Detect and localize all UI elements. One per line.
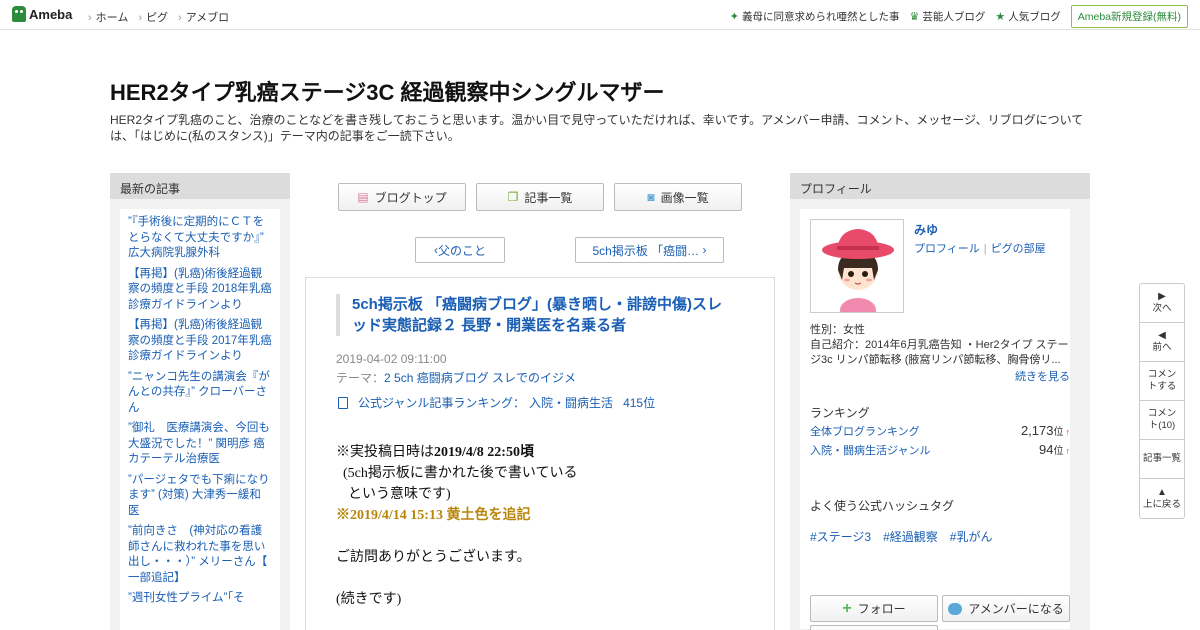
genre-ranking-row: 入院・闘病生活ジャンル 94位 ↑ [810,442,1071,458]
trend-up-icon: ↑ [1065,446,1071,456]
blog-description: HER2タイプ乳癌のこと、治療のことなどを書き残しておこうと思います。温かい目で… [110,113,1084,143]
profile-card: みゆ プロフィール | ピグの部屋 性別：女性 自己紹介：2014年6月乳癌告知 ・… [800,209,1071,630]
profile-panel: プロフィール みゆ プロフィール | ピグの部屋 性別：女性 自己紹介：2014… [790,173,1090,630]
theme-link[interactable]: 2 5ch 癌闘病ブログ スレでのイジメ [384,371,576,385]
ameba-logo-icon [12,6,26,22]
triangle-left-icon: ◀ [1158,330,1166,341]
trend-up-icon: ↑ [1065,427,1071,437]
profile-gender: 性別：女性 [810,324,865,336]
genre-ranking-link[interactable]: 入院・闘病生活ジャンル [810,442,930,458]
avatar-image [811,220,903,312]
profile-heading: プロフィール [790,173,1090,199]
ranking-heading: ランキング [810,406,870,420]
floating-side-nav: ▶ 次へ ◀ 前へ コメントする コメント(10) 記事一覧 ▲ 上に戻る [1139,283,1185,519]
nav-pigg[interactable]: ピグ [138,9,168,25]
main-content: ▤ ブログトップ ❐ 記事一覧 ◙ 画像一覧 ‹ 父のこと 5ch掲示板 「癌闘… [305,173,775,630]
article-list-button[interactable]: ❐ 記事一覧 [476,183,604,211]
genre-ranking[interactable]: 公式ジャンル記事ランキング： 入院・闘病生活 415位 [338,394,655,411]
camera-icon: ◙ [647,190,655,204]
hashtag-link[interactable]: #経過観察 [883,528,938,545]
blog-title[interactable]: HER2タイプ乳癌ステージ3C 経過観察中シングルマザー [110,75,664,107]
hashtag-list: #ステージ3 #経過観察 #乳がん [810,528,992,545]
top-right-links: ✦ 義母に同意求められ唖然とした事 ♛ 芸能人ブログ ★ 人気ブログ Ameba新規登… [730,5,1188,28]
prev-article-button[interactable]: ‹ 父のこと [415,237,505,263]
chevron-right-icon: › [699,243,707,257]
back-to-top-button[interactable]: ▲ 上に戻る [1140,479,1184,518]
ranking-icon [338,396,348,409]
recent-articles-panel: 最新の記事 ”『手術後に定期的にＣＴをとらなくて大丈夫ですか』” 広大病院乳腺外… [110,173,290,630]
prev-button[interactable]: ◀ 前へ [1140,323,1184,362]
profile-links: プロフィール | ピグの部屋 [914,243,1046,255]
article-title[interactable]: 5ch掲示板 「癌闘病ブログ」(暴き晒し・誹謗中傷)スレッド実態記録２ 長野・開… [336,294,736,336]
recent-article-link[interactable]: ”『手術後に定期的にＣＴをとらなくて大丈夫ですか』” 広大病院乳腺外科 [128,215,272,262]
trending-link[interactable]: ✦ 義母に同意求められ唖然とした事 [730,9,900,24]
profile-name[interactable]: みゆ [914,221,938,238]
follow-button[interactable]: + フォロー [810,595,938,622]
recent-article-link[interactable]: 【再掲】(乳癌)術後経過観察の頻度と手段 2017年乳癌診療ガイドラインより [128,318,272,365]
overall-ranking-link[interactable]: 全体ブログランキング [810,423,920,439]
hashtag-heading: よく使う公式ハッシュタグ [810,499,955,513]
recent-articles-heading: 最新の記事 [110,173,290,199]
recent-article-link[interactable]: ”前向きさ (神対応の看護師さんに救われた事を思い出し・・・）” メリーさん【 … [128,524,272,586]
blog-top-button[interactable]: ▤ ブログトップ [338,183,466,211]
recent-article-link[interactable]: ”パージェタでも下痢になりますˮ (対策) 大津秀一緩和医 [128,473,272,520]
copy-icon: ❐ [507,190,519,204]
side-article-list-button[interactable]: 記事一覧 [1140,440,1184,479]
recent-articles-list: ”『手術後に定期的にＣＴをとらなくて大丈夫ですか』” 広大病院乳腺外科 【再掲】… [120,209,280,630]
top-nav: ホーム ピグ アメブロ [88,9,229,25]
hashtag-link[interactable]: #乳がん [950,528,993,545]
sparkle-icon: ✦ [729,11,739,23]
article-theme: テーマ：2 5ch 癌闘病ブログ スレでのイジメ [336,371,577,385]
recent-article-link[interactable]: ”週刊女性プライム”「そ [128,591,272,607]
image-list-button[interactable]: ◙ 画像一覧 [614,183,742,211]
write-comment-button[interactable]: コメントする [1140,362,1184,401]
nav-ameblo[interactable]: アメブロ [178,9,229,25]
triangle-right-icon: ▶ [1158,291,1166,302]
article-card: 5ch掲示板 「癌闘病ブログ」(暴き晒し・誹謗中傷)スレッド実態記録２ 長野・開… [305,277,775,630]
star-icon: ★ [995,11,1006,23]
speech-bubble-icon [948,602,963,615]
read-more-link[interactable]: 続きを見る [1015,368,1070,384]
triangle-up-icon: ▲ [1157,486,1167,498]
nav-home[interactable]: ホーム [88,9,129,25]
profile-info: 性別：女性 自己紹介：2014年6月乳癌告知 ・Her2タイプ ステージ3c リ… [810,323,1070,368]
plus-icon: + [842,599,852,617]
hashtag-link[interactable]: #ステージ3 [810,528,871,545]
next-article-button[interactable]: 5ch掲示板 「癌闘… › [575,237,724,263]
pigg-room-link[interactable]: ピグの部屋 [991,243,1046,255]
avatar[interactable] [810,219,904,313]
notebook-icon: ▤ [357,190,369,204]
ameba-logo[interactable]: Ameba [12,6,72,22]
message-button[interactable] [810,625,938,630]
crown-icon: ♛ [909,11,920,23]
recent-article-link[interactable]: ”ニャンコ先生の講演会『がんとの共存』” クローバーさん [128,370,272,417]
recent-article-link[interactable]: ”御礼 医療講演会、今回も大盛況でした！” 関明彦 癌カテーテル治療医 [128,421,272,468]
article-body: ※実投稿日時は2019/4/8 22:50頃 (5ch掲示板に書かれた後で書いて… [336,445,578,607]
amember-button[interactable]: アメンバーになる [942,595,1070,622]
comments-count-button[interactable]: コメント(10) [1140,401,1184,440]
signup-button[interactable]: Ameba新規登録(無料) [1070,5,1188,28]
profile-intro: 自己紹介：2014年6月乳癌告知 ・Her2タイプ ステージ3c リンパ節転移 … [810,339,1069,366]
profile-link[interactable]: プロフィール [914,243,980,255]
popular-blog-link[interactable]: ★ 人気ブログ [995,9,1060,24]
celebrity-blog-link[interactable]: ♛ 芸能人ブログ [909,9,985,24]
overall-ranking-row: 全体ブログランキング 2,173位 ↑ [810,423,1071,439]
global-header: Ameba ホーム ピグ アメブロ ✦義母に同意求められ唖然とした事 ♛芸能人ブ… [0,0,1200,30]
next-button[interactable]: ▶ 次へ [1140,284,1184,323]
recent-article-link[interactable]: 【再掲】(乳癌)術後経過観察の頻度と手段 2018年乳癌診療ガイドラインより [128,267,272,314]
article-date: 2019-04-02 09:11:00 [336,352,447,366]
